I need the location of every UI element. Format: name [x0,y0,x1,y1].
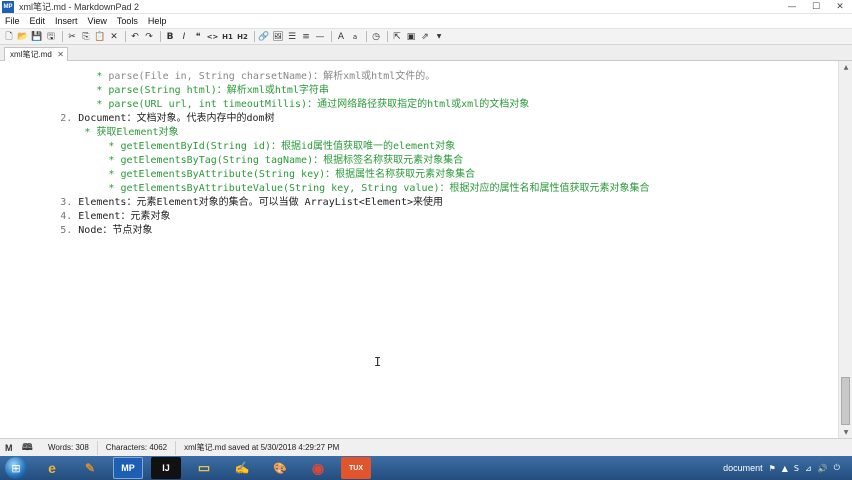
editor-line: 5. Node：节点对象 [60,225,153,236]
export-icon[interactable]: ⇗ [419,31,431,43]
redo-icon[interactable]: ↷ [143,31,155,43]
tab-xml-notes[interactable]: xml笔记.md ✕ [4,47,68,61]
copy-icon[interactable]: ⎘ [80,31,92,43]
italic-icon[interactable]: I [178,31,190,43]
image-icon[interactable]: 🖼 [272,31,284,43]
editor-line: * parse(URL url, int timeoutMillis)：通过网络… [96,99,530,110]
bold-icon[interactable]: B [164,31,176,43]
cut-icon[interactable]: ✂ [66,31,78,43]
undo-icon[interactable]: ↶ [129,31,141,43]
close-window-button[interactable]: ✕ [828,0,852,14]
editor-line: * parse(File in, String charsetName)：解析x… [96,71,436,82]
toolbar-separator [254,31,255,42]
editor-line: * getElementsByTag(String tagName)：根据标签名… [108,155,464,166]
horizontal-rule-icon[interactable]: — [314,31,326,43]
quote-icon[interactable]: ❝ [192,31,204,43]
menu-insert[interactable]: Insert [50,16,83,26]
save-icon[interactable]: 💾 [31,31,43,43]
volume-icon[interactable]: 🔊 [818,464,828,473]
heading1-icon[interactable]: H1 [221,31,234,43]
window-controls: — ☐ ✕ [780,0,852,14]
intellij-taskbar-app[interactable]: IJ [151,457,181,479]
menu-file[interactable]: File [0,16,25,26]
ie-taskbar-app[interactable]: e [37,457,67,479]
title-bar: MP xml笔记.md - MarkdownPad 2 — ☐ ✕ [0,0,852,14]
tab-label: xml笔记.md [10,50,52,59]
network-icon[interactable]: ⊿ [805,464,812,473]
paint2-taskbar-app[interactable]: 🎨 [265,457,295,479]
menu-tools[interactable]: Tools [112,16,143,26]
code-icon[interactable]: <> [206,31,219,43]
editor-line: 2. Document：文档对象。代表内存中的dom树 [60,113,275,124]
editor-line: * parse(String html)：解析xml或html字符串 [96,85,329,96]
dropdown-icon[interactable]: ▼ [433,31,445,43]
markdownpad-app-icon: MP [2,0,14,13]
editor-line: * 获取Element对象 [84,127,179,138]
menu-view[interactable]: View [83,16,112,26]
start-button[interactable]: ⊞ [5,457,27,479]
book-icon[interactable]: 🕮 [22,440,34,456]
windows-taskbar: ⊞ e ✎ MP IJ ▭ ✍ 🎨 ◉ TUX document ⚑ ▲ S ⊿… [0,456,852,480]
menu-edit[interactable]: Edit [25,16,51,26]
status-bar: M 🕮 Words: 308 Characters: 4062 xml笔记.md… [0,438,852,456]
toolbar-separator [331,31,332,42]
live-preview-icon[interactable]: ▣ [405,31,417,43]
save-status: xml笔记.md saved at 5/30/2018 4:29:27 PM [184,442,340,452]
scroll-down-icon[interactable]: ▼ [839,426,852,438]
editor-line: * getElementsByAttribute(String key)：根据属… [108,169,476,180]
toolbar-separator [160,31,161,42]
delete-icon[interactable]: ✕ [108,31,120,43]
heading2-icon[interactable]: H2 [236,31,249,43]
tab-strip: xml笔记.md ✕ [0,45,852,61]
menu-bar: File Edit Insert View Tools Help [0,14,852,28]
window-title: xml笔记.md - MarkdownPad 2 [19,2,140,12]
markdown-mode-icon[interactable]: M [5,443,17,453]
uppercase-icon[interactable]: A [335,31,347,43]
ordered-list-icon[interactable]: ≡ [300,31,312,43]
character-count: Characters: 4062 [98,440,177,455]
toolbar: 🗋 📂 💾 🖫 ✂ ⎘ 📋 ✕ ↶ ↷ B I ❝ <> H1 H2 🔗 🖼 ☰… [0,28,852,45]
open-folder-icon[interactable]: 📂 [17,31,29,43]
word-count: Words: 308 [40,440,98,455]
timestamp-icon[interactable]: ◷ [370,31,382,43]
paint-taskbar-app[interactable]: ✎ [75,457,105,479]
system-tray: document ⚑ ▲ S ⊿ 🔊 ⏻ [723,456,852,480]
preview-toggle-icon[interactable]: ⇱ [391,31,403,43]
power-icon[interactable]: ⏻ [834,463,840,473]
scrollbar-thumb[interactable] [841,377,850,425]
toolbar-separator [387,31,388,42]
markdown-editor[interactable]: * parse(File in, String charsetName)：解析x… [0,61,838,438]
maximize-button[interactable]: ☐ [804,0,828,14]
paste-icon[interactable]: 📋 [94,31,106,43]
minimize-button[interactable]: — [780,0,804,14]
toolbar-separator [366,31,367,42]
menu-help[interactable]: Help [143,16,172,26]
chrome-taskbar-app[interactable]: ◉ [303,457,333,479]
notepad-taskbar-app[interactable]: ✍ [227,457,257,479]
antivirus-icon[interactable]: S [794,464,799,473]
editor-line: * getElementById(String id)：根据id属性值获取唯一的… [108,141,456,152]
scroll-up-icon[interactable]: ▲ [839,61,852,73]
new-file-icon[interactable]: 🗋 [3,31,15,43]
markdownpad-taskbar-app[interactable]: MP [113,457,143,479]
link-icon[interactable]: 🔗 [258,31,270,43]
explorer-taskbar-app[interactable]: ▭ [189,457,219,479]
tux-taskbar-app[interactable]: TUX [341,457,371,479]
flag-icon[interactable]: ⚑ [769,464,776,473]
editor-line: * getElementsByAttributeValue(String key… [108,183,650,194]
close-tab-icon[interactable]: ✕ [57,50,64,59]
text-cursor-icon: I [374,355,382,369]
expand-tray-icon[interactable]: ▲ [782,464,788,473]
lowercase-icon[interactable]: a [349,31,361,43]
editor-line: 4. Element：元素对象 [60,211,171,222]
tray-document-label[interactable]: document [723,463,763,473]
vertical-scrollbar[interactable]: ▲ ▼ [838,61,852,438]
unordered-list-icon[interactable]: ☰ [286,31,298,43]
toolbar-separator [62,31,63,42]
save-all-icon[interactable]: 🖫 [45,31,57,43]
editor-line: 3. Elements：元素Element对象的集合。可以当做 ArrayLis… [60,197,443,208]
toolbar-separator [125,31,126,42]
